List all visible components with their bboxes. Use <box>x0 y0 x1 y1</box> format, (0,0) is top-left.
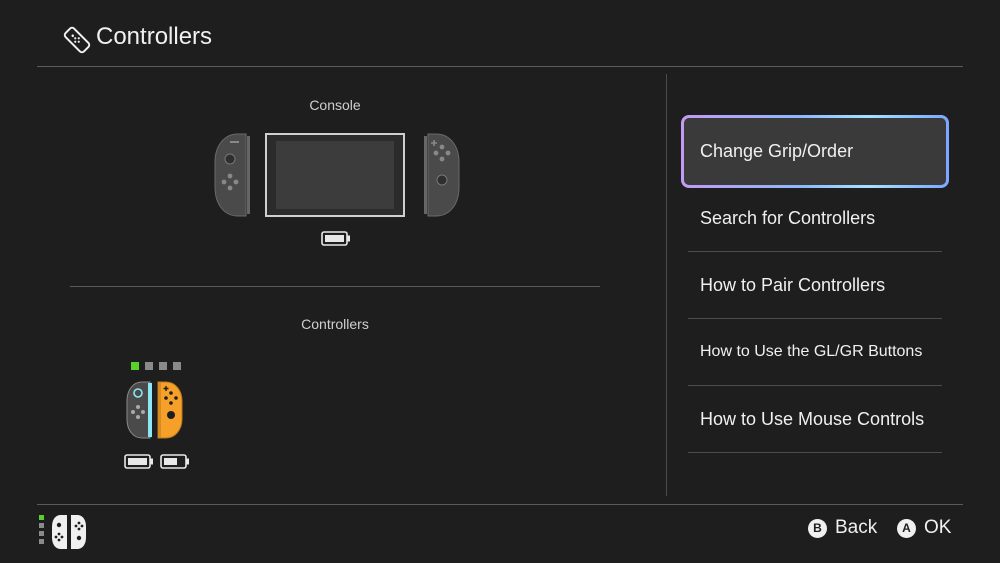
menu-gl-gr-buttons[interactable]: How to Use the GL/GR Buttons <box>688 319 942 386</box>
a-button-icon: A <box>897 518 916 538</box>
footer-joycon-icon <box>52 515 86 549</box>
back-label: Back <box>835 517 878 538</box>
ok-button[interactable]: A OK <box>897 517 951 539</box>
page-title: Controllers <box>96 23 213 50</box>
joycon-pair-icon[interactable] <box>126 381 184 439</box>
b-button-icon: B <box>808 518 827 538</box>
section-divider <box>70 286 600 287</box>
player-light-1 <box>39 515 44 520</box>
pane-divider <box>666 74 667 496</box>
battery-full-icon <box>321 231 350 246</box>
menu-item-label: How to Pair Controllers <box>700 274 886 295</box>
right-joycon-battery-icon <box>160 454 189 469</box>
player-light-3 <box>159 362 167 370</box>
player-indicator-lights <box>131 362 181 370</box>
menu-search-controllers[interactable]: Search for Controllers <box>688 185 942 252</box>
menu-item-label: Search for Controllers <box>700 207 876 228</box>
menu-change-grip-order[interactable]: Change Grip/Order <box>688 118 942 185</box>
player-light-4 <box>39 539 44 544</box>
footer-divider <box>37 504 963 505</box>
console-graphic <box>214 133 460 217</box>
left-joycon-battery-icon <box>124 454 153 469</box>
menu-item-label: How to Use Mouse Controls <box>700 408 925 429</box>
controllers-label: Controllers <box>301 316 369 332</box>
joycon-icon <box>63 26 91 54</box>
header-divider <box>37 66 963 67</box>
menu-item-label: How to Use the GL/GR Buttons <box>700 343 923 360</box>
menu-item-label: Change Grip/Order <box>700 141 854 161</box>
options-menu: Change Grip/Order Search for Controllers… <box>688 118 942 453</box>
menu-how-to-pair[interactable]: How to Pair Controllers <box>688 252 942 319</box>
ok-label: OK <box>924 517 952 538</box>
console-label: Console <box>309 97 361 113</box>
footer-player-lights <box>39 515 44 544</box>
player-light-4 <box>173 362 181 370</box>
player-light-1 <box>131 362 139 370</box>
back-button[interactable]: B Back <box>808 517 877 539</box>
player-light-2 <box>145 362 153 370</box>
player-light-2 <box>39 523 44 528</box>
menu-mouse-controls[interactable]: How to Use Mouse Controls <box>688 386 942 453</box>
player-light-3 <box>39 531 44 536</box>
